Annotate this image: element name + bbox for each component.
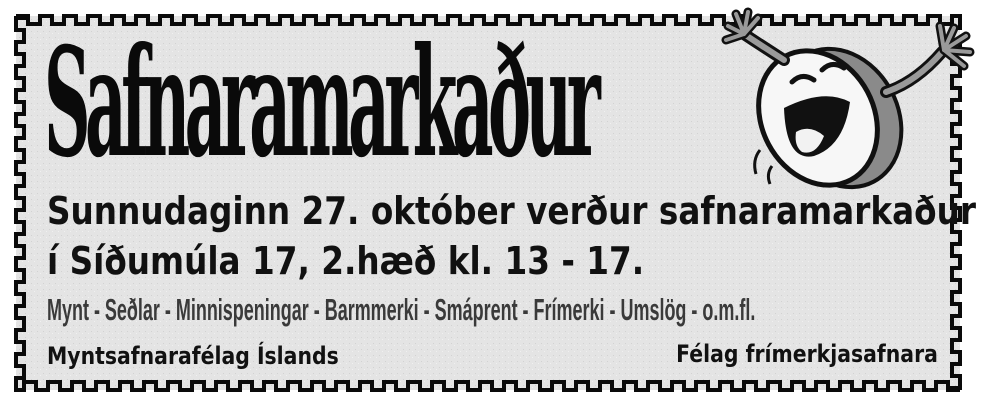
event-location-line: í Síðumúla 17, 2.hæð kl. 13 - 17. xyxy=(47,239,645,283)
items-list-line: Mynt - Seðlar - Minnispeningar - Barmmer… xyxy=(47,292,756,327)
event-date-line: Sunnudaginn 27. október verður safnarama… xyxy=(47,189,976,233)
collectors-market-ad: Safnaramarkaður Sunnudaginn 27. október … xyxy=(0,0,1000,406)
ad-title: Safnaramarkaður xyxy=(44,15,601,191)
organizer-left: Myntsafnarafélag Íslands xyxy=(47,342,339,370)
organizer-right: Félag frímerkjasafnara xyxy=(676,340,938,368)
laughing-coin-mascot-icon xyxy=(721,7,975,190)
